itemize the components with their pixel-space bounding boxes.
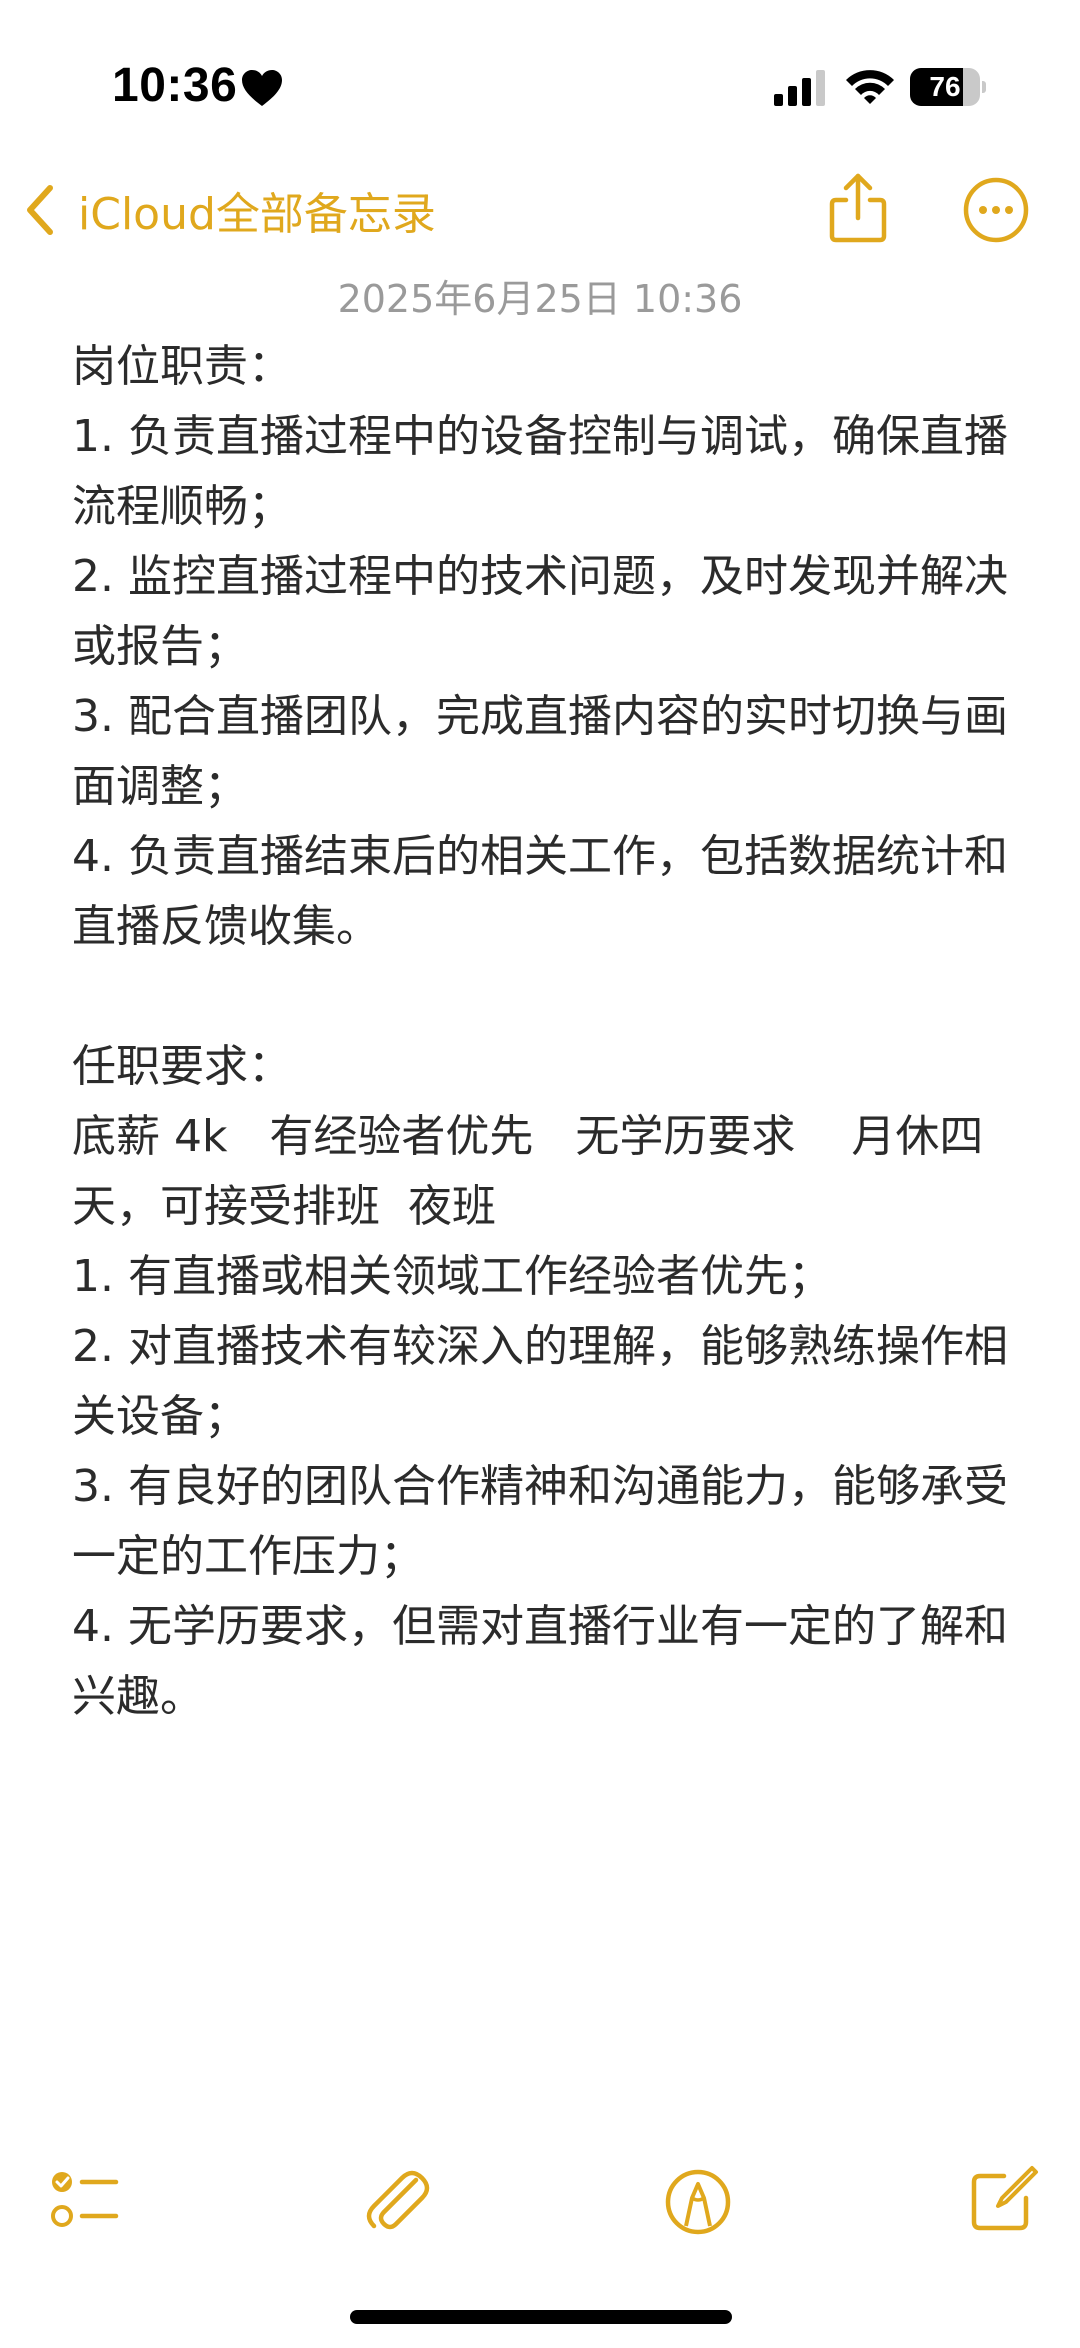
home-indicator[interactable]	[350, 2310, 732, 2324]
attach-button[interactable]	[356, 2160, 436, 2240]
chevron-left-icon	[27, 185, 53, 235]
cellular-signal-icon	[774, 70, 825, 106]
status-time: 10:36	[112, 59, 238, 112]
note-line: 岗位职责：	[72, 341, 292, 392]
note-body[interactable]: 岗位职责： 1. 负责直播过程中的设备控制与调试，确保直播流程顺畅； 2. 监控直播…	[72, 332, 1012, 1732]
paperclip-icon	[366, 2170, 430, 2230]
share-button[interactable]	[820, 170, 896, 246]
compose-icon	[971, 2166, 1038, 2231]
note-line: 4. 负责直播结束后的相关工作，包括数据统计和直播反馈收集。	[72, 831, 1008, 952]
status-bar: 10:36 76	[0, 0, 1080, 150]
battery-indicator: 76	[910, 68, 986, 106]
note-line: 底薪 4k 有经验者优先 无学历要求 月休四天，可接受排班 夜班	[72, 1111, 984, 1232]
pen-tip-circle-icon	[665, 2169, 731, 2235]
back-button-label: iCloud全部备忘录	[78, 189, 436, 240]
note-line: 2. 对直播技术有较深入的理解，能够熟练操作相关设备；	[72, 1321, 1008, 1442]
note-line: 4. 无学历要求，但需对直播行业有一定的了解和兴趣。	[72, 1601, 1008, 1722]
ellipsis-circle-icon	[963, 177, 1029, 243]
heart-icon	[242, 70, 282, 106]
battery-level: 76	[929, 71, 961, 102]
checklist-icon	[51, 2172, 119, 2227]
bottom-toolbar	[0, 2160, 1080, 2260]
compose-button[interactable]	[962, 2160, 1042, 2240]
markup-button[interactable]	[658, 2160, 738, 2240]
wifi-icon	[846, 70, 894, 104]
more-options-button[interactable]	[962, 176, 1030, 244]
note-line: 3. 有良好的团队合作精神和沟通能力，能够承受一定的工作压力；	[72, 1461, 1008, 1582]
note-line: 1. 有直播或相关领域工作经验者优先；	[72, 1251, 832, 1302]
note-line: 2. 监控直播过程中的技术问题，及时发现并解决或报告；	[72, 551, 1008, 672]
back-button[interactable]: iCloud全部备忘录	[20, 170, 436, 250]
note-date: 2025年6月25日 10:36	[337, 277, 743, 321]
note-line: 任职要求：	[72, 1041, 292, 1092]
checklist-button[interactable]	[44, 2160, 124, 2240]
share-icon	[829, 173, 887, 243]
note-line	[72, 962, 1012, 1032]
note-line: 3. 配合直播团队，完成直播内容的实时切换与画面调整；	[72, 691, 1008, 812]
note-line: 1. 负责直播过程中的设备控制与调试，确保直播流程顺畅；	[72, 411, 1008, 532]
